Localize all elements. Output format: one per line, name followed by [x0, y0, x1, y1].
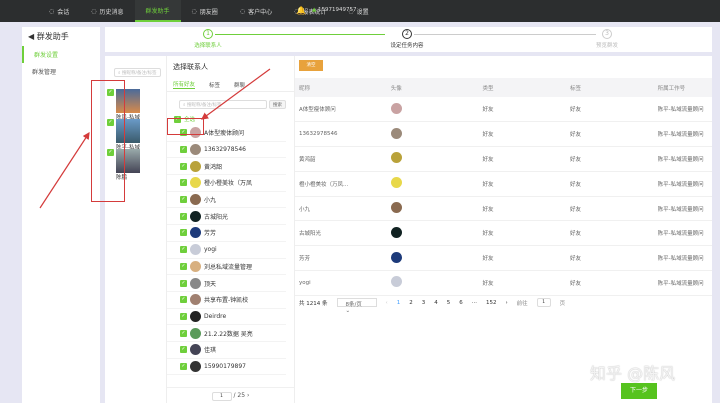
goto-label: 前往	[516, 300, 528, 307]
cell-tag: 好友	[566, 146, 654, 172]
cell-owner: 陈平-私域流量顾问	[653, 121, 712, 148]
cell-tag: 好友	[566, 270, 654, 296]
table-row: 橙小橙美妆（万凤... 好友 好友 陈平-私域流量顾问	[295, 171, 712, 197]
cell-owner: 陈平-私域流量顾问	[653, 146, 712, 172]
contact-avatar	[390, 251, 402, 263]
table-header: 标签	[566, 78, 654, 97]
selected-contacts-panel: 清空 昵称 头像 类型 标签 所属工作号 A体型瘦体顾问 好友 好友 陈平-私域流量顾问 1363…	[295, 56, 712, 403]
cell-type: 好友	[478, 196, 567, 222]
table-header: 类型	[478, 78, 567, 97]
cell-nickname: 古城阳光	[295, 220, 387, 247]
cell-owner: 陈平-私域流量顾问	[653, 196, 712, 222]
cell-type: 好友	[478, 171, 567, 197]
cell-avatar	[386, 270, 479, 296]
table-header: 头像	[386, 78, 479, 97]
cell-avatar	[386, 196, 479, 222]
table-header: 所属工作号	[653, 78, 712, 97]
prev-page-icon[interactable]: ‹	[386, 300, 388, 306]
contact-avatar	[390, 127, 402, 139]
cell-owner: 陈平-私域流量顾问	[653, 245, 712, 272]
page-number[interactable]: 4	[434, 300, 438, 306]
cell-avatar	[386, 245, 479, 272]
page-number[interactable]: 3	[422, 300, 426, 306]
table-row: yogi 好友 好友 陈平-私域流量顾问	[295, 270, 712, 296]
cell-nickname: 橙小橙美妆（万凤...	[295, 171, 387, 197]
cell-tag: 好友	[566, 121, 654, 148]
cell-type: 好友	[478, 270, 567, 296]
cell-nickname: 13632978546	[295, 121, 387, 148]
page-size-select[interactable]: 8条/页 ⌄	[336, 298, 377, 314]
table-row: 小九 好友 好友 陈平-私域流量顾问	[295, 196, 712, 222]
selected-contacts-table: 昵称 头像 类型 标签 所属工作号 A体型瘦体顾问 好友 好友 陈平-私域流量顾问 1363297…	[295, 78, 712, 296]
cell-avatar	[386, 220, 479, 247]
page-number[interactable]: 5	[447, 300, 451, 306]
table-row: 13632978546 好友 好友 陈平-私域流量顾问	[295, 121, 712, 148]
cell-type: 好友	[478, 220, 567, 247]
contact-avatar	[390, 152, 402, 164]
page-number[interactable]: 6	[459, 300, 463, 306]
cell-owner: 陈平-私域流量顾问	[653, 171, 712, 197]
watermark: 知乎 @陈风	[590, 364, 676, 383]
clear-button[interactable]: 清空	[299, 60, 323, 71]
cell-type: 好友	[478, 121, 567, 148]
cell-tag: 好友	[566, 220, 654, 247]
cell-nickname: A体型瘦体顾问	[295, 97, 387, 123]
cell-avatar	[386, 171, 479, 197]
cell-nickname: 小九	[295, 196, 387, 222]
cell-type: 好友	[478, 97, 567, 123]
cell-owner: 陈平-私域流量顾问	[653, 220, 712, 247]
page-number[interactable]: 152	[486, 300, 497, 306]
contact-avatar	[390, 102, 402, 114]
contact-avatar	[390, 226, 402, 238]
total-count: 共 1214 条	[299, 300, 328, 307]
goto-page-input[interactable]: 1	[536, 298, 551, 307]
cell-tag: 好友	[566, 97, 654, 123]
goto-suffix: 页	[559, 300, 566, 307]
page-number[interactable]: 1	[397, 300, 401, 306]
next-page-icon[interactable]: ›	[505, 300, 507, 306]
cell-type: 好友	[478, 146, 567, 172]
cell-tag: 好友	[566, 171, 654, 197]
table-header: 昵称	[295, 78, 387, 97]
page-number[interactable]: 2	[409, 300, 413, 306]
table-pagination: 共 1214 条 8条/页 ⌄ ‹ 1 2 3 4 5 6 ··· 152 › 前往 1 页	[295, 294, 569, 314]
table-row: A体型瘦体顾问 好友 好友 陈平-私域流量顾问	[295, 97, 712, 123]
cell-avatar	[386, 97, 479, 123]
contact-avatar	[390, 177, 402, 189]
contact-avatar	[390, 276, 402, 288]
cell-nickname: 芳芳	[295, 245, 387, 272]
table-row: 黄鸿韶 好友 好友 陈平-私域流量顾问	[295, 146, 712, 172]
cell-type: 好友	[478, 245, 567, 272]
cell-owner: 陈平-私域流量顾问	[653, 270, 712, 296]
cell-owner: 陈平-私域流量顾问	[653, 97, 712, 123]
page-number[interactable]: ···	[472, 300, 477, 306]
cell-avatar	[386, 146, 479, 172]
table-row: 芳芳 好友 好友 陈平-私域流量顾问	[295, 245, 712, 272]
cell-tag: 好友	[566, 196, 654, 222]
next-step-button[interactable]: 下一步	[621, 383, 657, 399]
cell-avatar	[386, 121, 479, 148]
cell-nickname: yogi	[295, 270, 387, 296]
contact-avatar	[390, 202, 402, 214]
cell-tag: 好友	[566, 245, 654, 272]
cell-nickname: 黄鸿韶	[295, 146, 387, 172]
table-row: 古城阳光 好友 好友 陈平-私域流量顾问	[295, 220, 712, 247]
